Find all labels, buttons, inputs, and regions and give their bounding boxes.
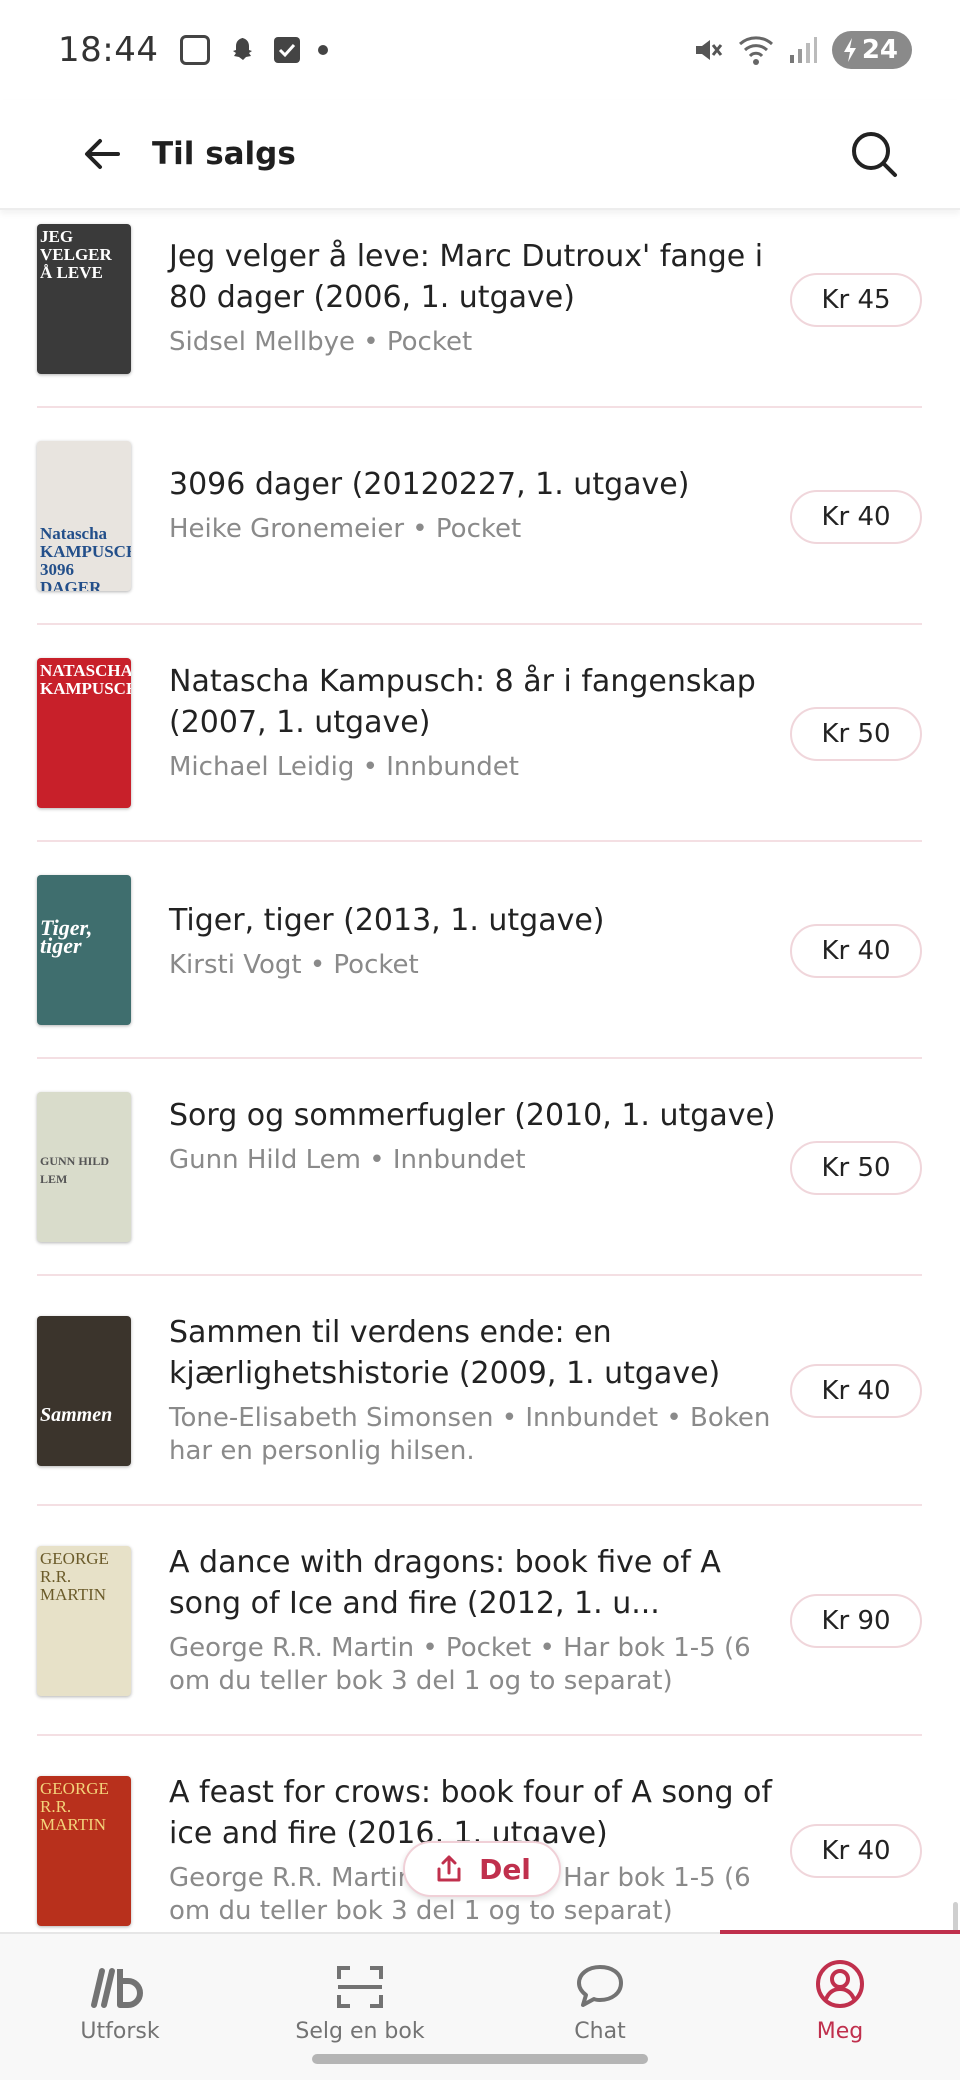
charging-bolt-icon (843, 38, 856, 62)
price-badge[interactable]: Kr 45 (790, 273, 922, 327)
book-meta: Gunn Hild Lem • Innbundet (169, 1145, 526, 1175)
book-title: Sammen til verdens ende: en kjærlighetsh… (169, 1315, 721, 1391)
more-dot-icon (318, 45, 329, 55)
book-cover: Natascha KAMPUSCH 3096 DAGER (37, 441, 131, 591)
price-badge[interactable]: Kr 50 (790, 1141, 922, 1195)
book-title: 3096 dager (20120227, 1. utgave) (169, 467, 690, 502)
book-cover: Tiger, tiger (37, 875, 131, 1025)
book-info: 3096 dager (20120227, 1. utgave) Heike G… (169, 464, 777, 546)
book-info: Natascha Kampusch: 8 år i fangenskap (20… (169, 661, 777, 784)
price-badge[interactable]: Kr 50 (790, 707, 922, 761)
book-title: Natascha Kampusch: 8 år i fangenskap (20… (169, 664, 756, 740)
chat-bubble-icon (577, 1965, 623, 2007)
snapchat-icon (233, 38, 253, 60)
book-cover: GEORGE R.R. MARTIN (37, 1546, 131, 1696)
share-icon (437, 1855, 461, 1882)
book-title: Sorg og sommerfugler (2010, 1. utgave) (169, 1098, 776, 1133)
book-list: JEG VELGER Å LEVE Jeg velger å leve: Mar… (0, 212, 960, 1932)
list-item[interactable]: NATASCHA KAMPUSCH Natascha Kampusch: 8 å… (37, 625, 922, 842)
checkbox-icon (274, 37, 301, 63)
nav-item-utforsk[interactable]: Utforsk (0, 1934, 240, 2044)
book-cover: GUNN HILD LEM (37, 1092, 131, 1242)
nav-label: Meg (816, 2019, 864, 2044)
price-badge[interactable]: Kr 90 (790, 1594, 922, 1648)
signal-icon (789, 37, 817, 63)
nav-item-chat[interactable]: Chat (480, 1934, 720, 2044)
system-icons: 24 (692, 31, 912, 69)
mute-icon (695, 40, 722, 60)
back-arrow-icon[interactable] (80, 132, 124, 176)
book-meta: Kirsti Vogt • Pocket (169, 950, 419, 980)
nav-label: Selg en bok (295, 2019, 425, 2044)
notification-icons (180, 35, 329, 65)
search-icon[interactable] (848, 128, 900, 180)
scrollbar[interactable] (953, 1902, 958, 1932)
list-item[interactable]: Natascha KAMPUSCH 3096 DAGER 3096 dager … (37, 408, 922, 625)
book-cover: JEG VELGER Å LEVE (37, 224, 131, 374)
list-item[interactable]: GUNN HILD LEM Sorg og sommerfugler (2010… (37, 1059, 922, 1276)
book-cover: NATASCHA KAMPUSCH (37, 658, 131, 808)
book-title: Tiger, tiger (2013, 1. utgave) (169, 903, 605, 938)
home-indicator[interactable] (312, 2054, 648, 2064)
status-bar: 18:44 24 (0, 0, 960, 100)
wifi-icon (738, 36, 773, 65)
nav-label: Chat (574, 2019, 626, 2044)
nav-label: Utforsk (80, 2019, 160, 2044)
share-button[interactable]: Del (403, 1841, 561, 1897)
profile-icon (816, 1960, 864, 2008)
book-info: A dance with dragons: book five of A son… (169, 1542, 777, 1698)
list-item[interactable]: JEG VELGER Å LEVE Jeg velger å leve: Mar… (37, 212, 922, 408)
battery-level: 24 (861, 35, 898, 65)
book-title: A dance with dragons: book five of A son… (169, 1545, 721, 1621)
scan-icon (337, 1966, 383, 2008)
page-title: Til salgs (152, 136, 296, 172)
price-badge[interactable]: Kr 40 (790, 490, 922, 544)
list-item[interactable]: Sammen Sammen til verdens ende: en kjærl… (37, 1276, 922, 1506)
logo-icon (91, 1968, 143, 2008)
book-info: Sammen til verdens ende: en kjærlighetsh… (169, 1312, 777, 1468)
battery-indicator: 24 (831, 31, 912, 69)
status-time: 18:44 (58, 30, 159, 70)
nav-item-meg[interactable]: Meg (720, 1934, 960, 2044)
book-cover: GEORGE R.R. MARTIN (37, 1776, 131, 1926)
price-badge[interactable]: Kr 40 (790, 1824, 922, 1878)
screenshot-icon (180, 35, 211, 65)
app-bar: Til salgs (0, 100, 960, 210)
book-title: Jeg velger å leve: Marc Dutroux' fange i… (169, 239, 764, 315)
book-meta: Michael Leidig • Innbundet (169, 752, 519, 782)
nav-item-selg-en-bok[interactable]: Selg en bok (240, 1934, 480, 2044)
book-meta: George R.R. Martin • Pocket • Har bok 1-… (169, 1633, 751, 1696)
book-info: Tiger, tiger (2013, 1. utgave) Kirsti Vo… (169, 900, 777, 982)
list-item[interactable]: GEORGE R.R. MARTIN A dance with dragons:… (37, 1506, 922, 1736)
list-item[interactable]: GEORGE R.R. MARTIN A feast for crows: bo… (37, 1736, 922, 1932)
book-meta: Tone-Elisabeth Simonsen • Innbundet • Bo… (169, 1403, 771, 1466)
book-meta: Sidsel Mellbye • Pocket (169, 327, 473, 357)
price-badge[interactable]: Kr 40 (790, 1364, 922, 1418)
book-info: Sorg og sommerfugler (2010, 1. utgave) G… (169, 1095, 777, 1177)
book-info: Jeg velger å leve: Marc Dutroux' fange i… (169, 236, 777, 359)
list-item[interactable]: Tiger, tiger Tiger, tiger (2013, 1. utga… (37, 842, 922, 1059)
book-cover: Sammen (37, 1316, 131, 1466)
price-badge[interactable]: Kr 40 (790, 924, 922, 978)
share-label: Del (479, 1852, 531, 1886)
book-meta: Heike Gronemeier • Pocket (169, 514, 522, 544)
